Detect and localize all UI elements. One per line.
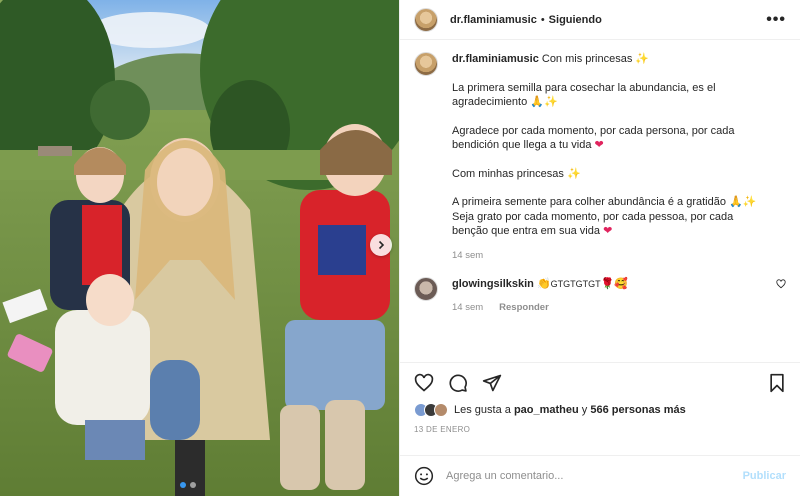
clap-emoji-icon: 👏	[536, 278, 551, 290]
post-photo	[0, 0, 399, 496]
avatar[interactable]	[414, 7, 438, 32]
avatar[interactable]	[414, 277, 438, 301]
likes-connector: y	[581, 404, 588, 416]
add-comment-bar: Publicar	[400, 455, 800, 496]
separator-dot: •	[540, 13, 545, 26]
carousel-dot	[190, 482, 196, 488]
liker-avatar[interactable]	[434, 403, 448, 417]
sparkles-emoji-icon: ✨	[543, 96, 558, 108]
pray-emoji-icon: 🙏	[729, 196, 743, 208]
next-photo-button[interactable]	[370, 234, 392, 256]
family-photo	[0, 0, 399, 496]
heart-icon[interactable]	[414, 373, 434, 393]
smiley-icon[interactable]	[414, 466, 434, 486]
caption-paragraph: Seja grato por cada momento, por cada pe…	[452, 210, 734, 238]
smiling-hearts-emoji-icon: 🥰	[614, 278, 629, 290]
like-comment-heart-icon[interactable]	[776, 279, 786, 289]
following-button[interactable]: Siguiendo	[549, 14, 602, 26]
comments-section: dr.flaminiamusic Con mis princesas ✨ La …	[400, 52, 800, 357]
heart-emoji-icon: ❤	[603, 225, 613, 237]
caption-paragraph: La primera semilla para cosechar la abun…	[452, 81, 716, 109]
publish-button[interactable]: Publicar	[743, 470, 786, 482]
comment-text: GTGTGTGT	[550, 279, 601, 289]
heart-emoji-icon: ❤	[594, 139, 604, 151]
chevron-right-icon	[378, 240, 385, 250]
comment-item: glowingsilkskin 👏GTGTGTGT🌹🥰 14 sem Respo…	[414, 277, 786, 315]
caption-title: Con mis princesas	[541, 53, 633, 65]
caption-paragraph: A primeira semente para colher abundânci…	[452, 196, 726, 208]
comment-username[interactable]: glowingsilkskin	[452, 278, 534, 290]
avatar[interactable]	[414, 52, 438, 76]
pray-emoji-icon: 🙏	[530, 96, 544, 108]
caption-paragraph: Com minhas princesas	[452, 167, 564, 180]
more-options-icon[interactable]: •••	[766, 11, 786, 29]
sparkles-emoji-icon: ✨	[635, 53, 650, 65]
author-username[interactable]: dr.flaminiamusic	[450, 14, 537, 26]
post-date[interactable]: 13 DE ENERO	[414, 425, 786, 434]
comment-input[interactable]	[446, 470, 743, 482]
sparkles-emoji-icon: ✨	[566, 167, 581, 180]
comment-icon[interactable]	[448, 373, 468, 393]
liker-username[interactable]: pao_matheu	[514, 404, 579, 416]
sparkles-emoji-icon: ✨	[742, 196, 757, 208]
post-panel: dr.flaminiamusic • Siguiendo ••• dr.flam…	[399, 0, 800, 496]
caption: dr.flaminiamusic Con mis princesas ✨ La …	[414, 52, 786, 263]
carousel-dot	[180, 482, 186, 488]
caption-timestamp: 14 sem	[452, 249, 484, 261]
share-icon[interactable]	[482, 373, 502, 393]
post-actions: Les gusta a pao_matheu y 566 personas má…	[400, 362, 800, 434]
likes-count[interactable]: 566 personas más	[590, 404, 685, 416]
rose-emoji-icon: 🌹	[600, 278, 615, 290]
likes-prefix: Les gusta a	[454, 404, 511, 416]
post-header: dr.flaminiamusic • Siguiendo •••	[400, 0, 800, 40]
likes-summary: Les gusta a pao_matheu y 566 personas má…	[414, 403, 786, 417]
reply-button[interactable]: Responder	[499, 301, 549, 315]
carousel-dots	[180, 482, 196, 488]
caption-username[interactable]: dr.flaminiamusic	[452, 53, 539, 65]
save-icon[interactable]	[768, 373, 786, 393]
comment-timestamp: 14 sem	[452, 302, 484, 313]
caption-paragraph: Agradece por cada momento, por cada pers…	[452, 124, 735, 152]
